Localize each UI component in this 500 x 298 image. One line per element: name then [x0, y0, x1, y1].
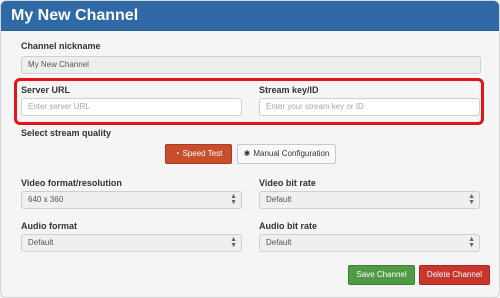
server-url-input[interactable]: Enter server URL [21, 98, 242, 116]
stream-quality-label: Select stream quality [21, 128, 112, 138]
speed-test-button[interactable]: ◔ Speed Test [165, 144, 232, 164]
audio-format-label: Audio format [21, 221, 77, 231]
stream-key-label: Stream key/ID [259, 85, 319, 95]
audio-bitrate-select[interactable]: Default ▲ ▼ [259, 234, 480, 252]
chevron-updown-icon: ▲ ▼ [230, 236, 237, 249]
stream-key-input[interactable]: Enter your stream key or ID [259, 98, 480, 116]
channel-nickname-input[interactable]: My New Channel [21, 56, 481, 74]
audio-format-value: Default [28, 238, 54, 247]
audio-bitrate-value: Default [266, 238, 292, 247]
save-channel-button[interactable]: Save Channel [348, 265, 415, 285]
dialog-title: My New Channel [11, 7, 139, 24]
video-format-value: 640 x 360 [28, 195, 64, 204]
audio-format-select[interactable]: Default ▲ ▼ [21, 234, 242, 252]
channel-nickname-label: Channel nickname [21, 41, 101, 51]
video-format-select[interactable]: 640 x 360 ▲ ▼ [21, 191, 242, 209]
chevron-updown-icon: ▲ ▼ [230, 193, 237, 206]
chevron-updown-icon: ▲ ▼ [468, 236, 475, 249]
server-url-label: Server URL [21, 85, 71, 95]
video-bitrate-label: Video bit rate [259, 178, 316, 188]
video-bitrate-select[interactable]: Default ▲ ▼ [259, 191, 480, 209]
video-bitrate-value: Default [266, 195, 292, 204]
delete-channel-button[interactable]: Delete Channel [419, 265, 490, 285]
speed-test-label: Speed Test [182, 149, 223, 158]
video-format-label: Video format/resolution [21, 178, 122, 188]
channel-dialog: My New Channel Channel nickname My New C… [0, 0, 500, 298]
manual-configuration-button[interactable]: ✱ Manual Configuration [237, 144, 336, 164]
speedometer-icon: ◔ [174, 149, 180, 158]
chevron-updown-icon: ▲ ▼ [468, 193, 475, 206]
manual-configuration-label: Manual Configuration [253, 149, 330, 158]
gear-icon: ✱ [243, 149, 251, 158]
audio-bitrate-label: Audio bit rate [259, 221, 317, 231]
title-bar: My New Channel [1, 1, 499, 31]
